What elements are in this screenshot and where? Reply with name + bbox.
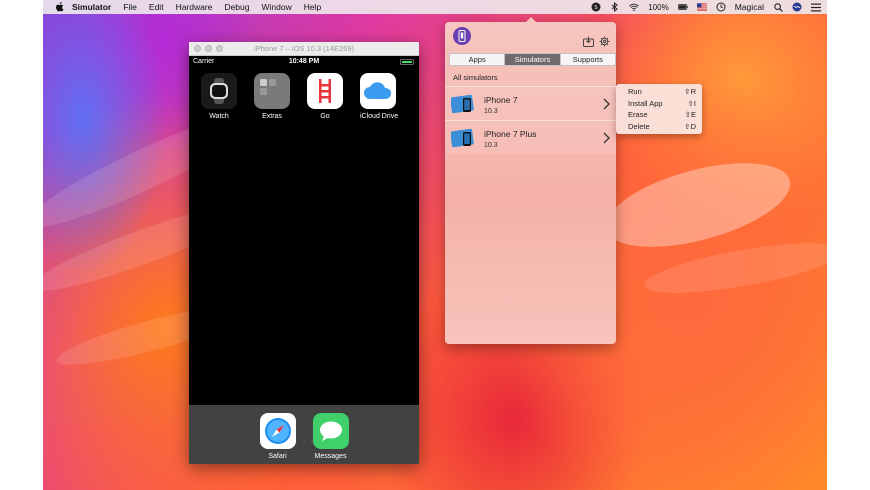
panel-tabs: Apps Simulators Supports <box>449 53 616 66</box>
app-extras[interactable]: Extras <box>254 73 290 120</box>
menu-item-label: Erase <box>628 110 648 119</box>
svg-text:S: S <box>595 5 598 11</box>
menu-hardware[interactable]: Hardware <box>176 2 213 12</box>
app-safari[interactable]: Safari <box>259 413 296 464</box>
menu-item-run[interactable]: Run ⇧R <box>616 86 702 98</box>
app-label: iCloud Drive <box>360 113 399 120</box>
menu-file[interactable]: File <box>123 2 137 12</box>
zoom-window-button[interactable] <box>216 45 223 52</box>
app-icloud-drive[interactable]: iCloud Drive <box>360 73 399 120</box>
menu-edit[interactable]: Edit <box>149 2 164 12</box>
simulator-title-bar[interactable]: iPhone 7 – iOS 10.3 (14E269) <box>189 42 419 56</box>
flag-icon[interactable] <box>696 2 707 12</box>
menu-debug[interactable]: Debug <box>224 2 249 12</box>
app-label: Watch <box>209 113 229 120</box>
menu-item-label: Delete <box>628 121 650 131</box>
menu-window[interactable]: Window <box>261 2 291 12</box>
compass-icon <box>259 413 296 449</box>
app-label: Go <box>320 113 330 120</box>
popover-arrow <box>526 17 536 22</box>
app-go[interactable]: Go <box>307 73 343 120</box>
desktop: Simulator File Edit Hardware Debug Windo… <box>43 0 827 490</box>
bluetooth-icon[interactable] <box>610 2 620 12</box>
menu-item-install-app[interactable]: Install App ⇧I <box>616 98 702 110</box>
panel-toolbar <box>583 34 610 52</box>
app-messages[interactable]: Messages <box>312 413 349 464</box>
simulator-manager-panel: Apps Simulators Supports All simulators … <box>445 17 616 344</box>
notification-center-icon[interactable] <box>811 2 821 12</box>
ladder-icon <box>307 73 343 109</box>
apple-icon[interactable] <box>54 2 64 12</box>
home-screen-apps: Watch Extras Go iCloud Drive <box>201 73 399 120</box>
section-title: All simulators <box>453 73 498 82</box>
simulator-row-iphone-7[interactable]: iPhone 7 10.3 <box>445 86 616 120</box>
menu-app-name[interactable]: Simulator <box>72 2 111 12</box>
ios-battery-icon <box>400 59 414 65</box>
menu-item-erase[interactable]: Erase ⇧E <box>616 109 702 121</box>
menu-item-delete[interactable]: Delete ⇧D <box>616 121 702 133</box>
simulator-name: iPhone 7 <box>484 95 518 105</box>
user-name[interactable]: Magical <box>735 2 764 12</box>
ios-clock: 10:48 PM <box>288 58 320 65</box>
chevron-right-icon[interactable] <box>603 131 610 144</box>
simulator-name: iPhone 7 Plus <box>484 129 537 139</box>
app-label: Extras <box>262 113 282 120</box>
menu-item-shortcut: ⇧D <box>684 121 696 131</box>
ios-dock: Safari Messages <box>189 405 419 464</box>
phone-screen[interactable]: Carrier 10:48 PM Watch Extras Go iCloud … <box>189 56 419 464</box>
minimize-window-button[interactable] <box>205 45 212 52</box>
download-icon[interactable] <box>583 34 594 52</box>
spotlight-search-icon[interactable] <box>773 2 783 12</box>
menu-item-label: Install App <box>628 98 663 108</box>
menu-bar: Simulator File Edit Hardware Debug Windo… <box>43 0 827 14</box>
app-label: Safari <box>268 453 287 460</box>
ios-status-bar: Carrier 10:48 PM <box>189 56 419 68</box>
menu-help[interactable]: Help <box>304 2 321 12</box>
watch-app-icon <box>201 73 237 109</box>
app-logo-icon[interactable] <box>453 27 471 45</box>
window-controls <box>194 45 223 52</box>
simulator-window[interactable]: iPhone 7 – iOS 10.3 (14E269) Carrier 10:… <box>189 42 419 464</box>
menu-item-label: Run <box>628 87 642 96</box>
close-window-button[interactable] <box>194 45 201 52</box>
tab-apps[interactable]: Apps <box>450 54 505 65</box>
app-watch[interactable]: Watch <box>201 73 237 120</box>
simulator-version: 10.3 <box>484 108 498 115</box>
cloud-icon <box>360 73 396 109</box>
simulator-title: iPhone 7 – iOS 10.3 (14E269) <box>253 44 355 53</box>
menu-item-shortcut: ⇧R <box>684 87 696 96</box>
simulator-row-iphone-7-plus[interactable]: iPhone 7 Plus 10.3 <box>445 120 616 154</box>
xcode-simulator-icon <box>450 94 477 114</box>
gear-icon[interactable] <box>599 34 610 52</box>
menu-item-shortcut: ⇧E <box>684 110 696 119</box>
time-machine-icon[interactable] <box>716 2 726 12</box>
wifi-icon[interactable] <box>629 2 640 12</box>
app-label: Messages <box>314 453 347 460</box>
battery-percent: 100% <box>648 2 669 12</box>
simulator-version: 10.3 <box>484 142 498 149</box>
siri-icon[interactable] <box>792 2 802 12</box>
xcode-simulator-icon <box>450 128 477 148</box>
chevron-right-icon[interactable] <box>603 97 610 110</box>
speech-bubble-icon <box>312 413 349 449</box>
folder-icon <box>254 73 290 109</box>
simulator-context-menu: Run ⇧R Install App ⇧I Erase ⇧E Delete ⇧D <box>616 84 702 134</box>
battery-icon[interactable] <box>677 2 688 12</box>
menu-item-shortcut: ⇧I <box>687 98 696 108</box>
tab-supports[interactable]: Supports <box>559 54 615 65</box>
simulator-status-icon[interactable]: S <box>591 2 601 12</box>
tab-simulators[interactable]: Simulators <box>504 54 560 65</box>
